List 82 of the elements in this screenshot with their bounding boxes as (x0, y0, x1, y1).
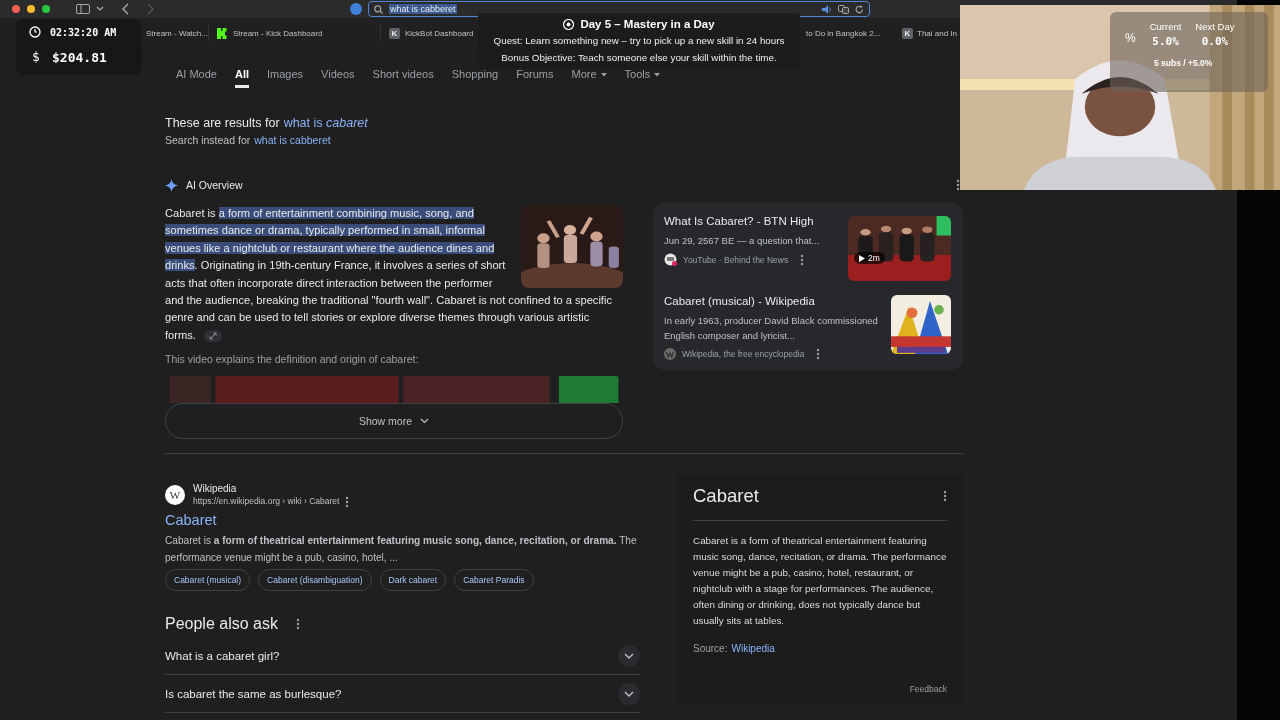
clock-icon (29, 26, 41, 38)
search-tab[interactable]: AI Mode (176, 65, 217, 88)
question-row[interactable]: What is a cabaret girl? (165, 637, 640, 676)
more-icon[interactable] (956, 179, 960, 191)
caption-text: This video explains the definition and origin of cabaret: (165, 352, 420, 368)
duration-badge: 2m (854, 252, 885, 264)
source-snippet: In early 1963, producer David Black commissioned English composer and lyricist... (664, 314, 879, 343)
site-icon (664, 348, 676, 360)
balance-amount: $204.81 (52, 49, 107, 65)
more-icon[interactable] (295, 618, 300, 631)
feedback-link[interactable]: Feedback (693, 684, 947, 695)
chevron-down-icon[interactable] (96, 6, 104, 12)
logo-icon (217, 27, 228, 39)
search-tab[interactable]: Forums (516, 65, 554, 88)
site-icon: K (389, 27, 400, 39)
source-link[interactable]: Cabaret (musical) - Wikipedia (664, 293, 844, 309)
sidebar-icon[interactable] (76, 4, 90, 14)
bonus-text: Bonus Objective: Teach someone else your skill within the time. (501, 51, 777, 65)
overview-paragraph: Cabaret is a form of entertainment combining music, song, and sometimes dance or drama, typically performed in small, informal venues like a nightclub or restaurant where the audience dines and drinks. Originating in 19th-century France, it involves a series of short acts that often incorporate direct interaction between the performer and the audience, breaking the traditional "fourth wall". Cabaret is not confined to a specific genre and can be used to tell stories or explore diverse themes through various artistic forms. (165, 206, 613, 344)
stat-value: 0.0% (1201, 35, 1229, 48)
chevron-down-icon (420, 418, 430, 425)
expand-icon[interactable] (618, 682, 640, 705)
expand-icon[interactable] (618, 644, 640, 667)
stat-label: Current (1149, 21, 1182, 32)
site-name: Wikipedia (193, 482, 238, 496)
source-snippet: Jun 29, 2567 BE — a question that... (664, 234, 821, 248)
browser-tab[interactable]: to Do in Bangkok 2... (806, 25, 902, 41)
source-link[interactable]: Wikipedia (731, 643, 775, 655)
search-icon (374, 4, 383, 14)
link-button[interactable] (203, 329, 222, 342)
sparkle-icon (165, 178, 178, 192)
source-label: Source: (693, 643, 728, 655)
currency-symbol: $ (31, 50, 41, 64)
more-icon[interactable] (345, 495, 350, 508)
stat-label: Next Day (1195, 21, 1235, 32)
site-icon: K (902, 27, 913, 39)
translate-icon[interactable] (838, 4, 849, 14)
browser-tab[interactable]: K Thai and In (902, 25, 960, 41)
result-snippet: Cabaret is a form of theatrical entertainment featuring music song, dance, recitation, or drama. The performance venue might be a pub, casino, hotel, ... (165, 534, 638, 566)
section-title: People also ask (165, 615, 278, 634)
section-title: AI Overview (186, 179, 243, 191)
show-more-button[interactable]: Show more (165, 403, 623, 440)
window-controls-icon[interactable] (12, 5, 52, 13)
more-icon[interactable] (800, 253, 805, 266)
subs-summary: 5 subs / +5.0% (1154, 58, 1214, 68)
link-icon (208, 331, 217, 340)
panel-description: Cabaret is a form of theatrical entertainment featuring music song, dance, recitation, or drama. The performance venue might be a pub, casino, hotel, restaurant, or nightclub with a stage for performances. The audience, often dining or drinking, does not typically dance but usually sits at tables. (693, 534, 947, 629)
browser-tab[interactable]: Stream - Watch... (146, 25, 208, 41)
result-title-link[interactable]: Cabaret (165, 510, 640, 531)
quest-title: Day 5 – Mastery in a Day (580, 18, 715, 30)
speaker-icon[interactable] (822, 4, 832, 14)
panel-title: Cabaret (693, 485, 759, 508)
correction-text: These are results for (165, 115, 280, 131)
search-tab[interactable]: All (234, 65, 250, 88)
original-query-link[interactable]: what is cabberet (254, 131, 331, 149)
search-tab[interactable]: Shopping (451, 65, 499, 88)
question-row[interactable]: Is cabaret the same as burlesque? (165, 675, 640, 714)
back-icon[interactable] (122, 3, 130, 15)
corrected-query-link[interactable]: what is cabaret (283, 115, 368, 131)
percent-symbol: % (1125, 30, 1136, 45)
clock-time: 02:32:20 AM (50, 26, 117, 38)
reload-icon[interactable] (855, 4, 864, 14)
source-link[interactable]: What Is Cabaret? - BTN High (664, 213, 844, 229)
source-name: Wikipedia, the free encyclopedia (682, 349, 805, 359)
target-icon (563, 18, 575, 30)
result-url: https://en.wikipedia.org › wiki › Cabaret (193, 495, 340, 509)
more-icon[interactable] (943, 490, 947, 503)
quest-text: Quest: Learn something new – try to pick up a new skill in 24 hours (493, 34, 785, 48)
search-tab[interactable]: Images (267, 65, 304, 88)
source-name: YouTube · Behind the News (683, 254, 789, 265)
site-logo: W (165, 485, 185, 506)
stat-value: 5.0% (1152, 35, 1179, 48)
profile-icon[interactable] (350, 3, 362, 15)
search-tab[interactable]: More (571, 65, 607, 88)
search-instead-text: Search instead for (165, 133, 251, 148)
browser-tab[interactable]: Stream - Kick Dashboard (208, 25, 380, 41)
channel-avatar-icon (664, 253, 677, 266)
browser-tab[interactable]: K KickBot Dashboard (380, 25, 476, 41)
more-icon[interactable] (816, 348, 821, 360)
search-tab[interactable]: Short videos (372, 65, 434, 88)
search-tab[interactable]: Tools (624, 65, 661, 88)
search-tab[interactable]: Videos (321, 65, 355, 88)
